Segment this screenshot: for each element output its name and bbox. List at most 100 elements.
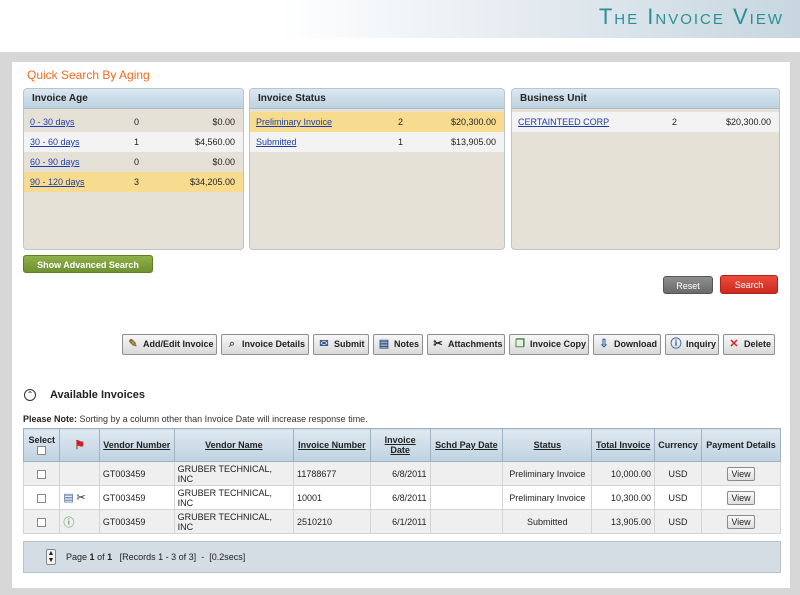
view-button[interactable]: View — [727, 490, 756, 505]
row-select-cell — [22, 509, 61, 534]
notes-icon[interactable]: ▤ — [63, 492, 73, 504]
row-select-cell — [22, 485, 61, 510]
invoice-status-link[interactable]: Submitted — [256, 132, 297, 152]
page-of: of — [97, 552, 105, 562]
invoice-age-row: 0 - 30 days 0 $0.00 — [24, 112, 243, 132]
toolbar-label: Submit — [334, 339, 365, 349]
vendor-number-cell: GT003459 — [98, 485, 175, 510]
header-label: Vendor Name — [205, 440, 263, 450]
timing-info: [0.2secs] — [209, 552, 246, 562]
reset-button[interactable]: Reset — [663, 276, 713, 294]
payment-details-header: Payment Details — [701, 428, 781, 462]
row-icons-cell: ▤ ✂ — [59, 485, 100, 510]
invoice-age-row: 30 - 60 days 1 $4,560.00 — [24, 132, 243, 152]
records-info: [Records 1 - 3 of 3] — [119, 552, 197, 562]
header-label: Status — [533, 440, 562, 450]
page-total: 1 — [107, 552, 113, 562]
vendor-name-header[interactable]: Vendor Name — [173, 428, 295, 462]
row-icons-cell — [59, 461, 100, 486]
page-size-stepper-icon[interactable]: ▲ ▼ — [46, 549, 56, 565]
delete-button[interactable]: ✕ Delete — [723, 334, 775, 355]
paperclip-icon[interactable]: ✂ — [76, 492, 85, 504]
header-label: Vendor Number — [103, 440, 171, 450]
invoice-status-count: 2 — [398, 117, 404, 127]
row-icons-cell: ⓘ — [59, 509, 100, 534]
info-icon: ⓘ — [670, 338, 682, 350]
header-banner: The Invoice View — [0, 0, 800, 38]
table-row: ▤ ✂ GT003459 GRUBER TECHNICAL, INC 10001… — [22, 485, 781, 510]
info-icon[interactable]: ⓘ — [63, 517, 74, 529]
currency-cell: USD — [653, 509, 703, 534]
invoice-details-button[interactable]: ⌕ Invoice Details — [221, 334, 309, 355]
invoice-status-row: Submitted 1 $13,905.00 — [250, 132, 504, 152]
toolbar-label: Inquiry — [686, 339, 717, 349]
page-current: 1 — [89, 552, 95, 562]
page-prefix: Page — [66, 552, 88, 562]
invoice-age-amount: $34,205.00 — [189, 177, 235, 187]
submit-button[interactable]: ✉ Submit — [313, 334, 369, 355]
invoice-status-count: 1 — [398, 137, 404, 147]
invoice-age-amount: $4,560.00 — [194, 137, 235, 147]
invoice-date-cell: 6/8/2011 — [369, 485, 431, 510]
invoice-status-link[interactable]: Preliminary Invoice — [256, 112, 332, 132]
view-button[interactable]: View — [727, 514, 756, 529]
invoice-number-cell: 10001 — [293, 485, 371, 510]
envelope-icon: ✉ — [319, 338, 329, 350]
show-advanced-search-button[interactable]: Show Advanced Search — [23, 255, 153, 273]
invoice-age-amount: $0.00 — [212, 157, 235, 167]
invoice-number-header[interactable]: Invoice Number — [293, 428, 371, 462]
download-button[interactable]: ⇩ Download — [593, 334, 661, 355]
invoice-age-row: 90 - 120 days 3 $34,205.00 — [24, 172, 243, 192]
invoice-date-cell: 6/1/2011 — [369, 509, 431, 534]
invoice-age-box: Invoice Age 0 - 30 days 0 $0.00 30 - 60 … — [23, 88, 244, 250]
schd-pay-date-header[interactable]: Schd Pay Date — [429, 428, 504, 462]
quick-search-title: Quick Search By Aging — [27, 68, 150, 82]
total-invoice-header[interactable]: Total Invoice — [591, 428, 655, 462]
schd-pay-date-cell — [429, 461, 504, 486]
invoice-age-count: 0 — [134, 117, 140, 127]
row-checkbox[interactable] — [37, 493, 47, 503]
total-invoice-cell: 13,905.00 — [591, 509, 655, 534]
view-button[interactable]: View — [727, 466, 756, 481]
schd-pay-date-cell — [429, 509, 504, 534]
invoice-status-row: Preliminary Invoice 2 $20,300.00 — [250, 112, 504, 132]
invoice-date-header[interactable]: Invoice Date — [369, 428, 431, 462]
vendor-number-header[interactable]: Vendor Number — [98, 428, 175, 462]
row-checkbox[interactable] — [37, 517, 47, 527]
invoice-age-count: 1 — [134, 137, 140, 147]
invoice-date-cell: 6/8/2011 — [369, 461, 431, 486]
edit-icon: ✎ — [128, 338, 138, 350]
status-header[interactable]: Status — [502, 428, 593, 462]
search-button[interactable]: Search — [720, 275, 778, 294]
currency-cell: USD — [653, 461, 703, 486]
collapse-toggle-icon[interactable]: ⌃ — [24, 389, 36, 401]
invoice-age-link[interactable]: 90 - 120 days — [30, 172, 85, 192]
copy-icon: ❐ — [515, 338, 525, 350]
table-row: ⓘ GT003459 GRUBER TECHNICAL, INC 2510210… — [22, 509, 781, 534]
invoice-age-link[interactable]: 0 - 30 days — [30, 112, 75, 132]
paperclip-icon: ✂ — [433, 338, 443, 350]
download-icon: ⇩ — [599, 338, 609, 350]
invoice-copy-button[interactable]: ❐ Invoice Copy — [509, 334, 589, 355]
row-checkbox[interactable] — [37, 469, 47, 479]
invoice-age-link[interactable]: 60 - 90 days — [30, 152, 80, 172]
payment-details-cell: View — [701, 461, 781, 486]
invoice-age-link[interactable]: 30 - 60 days — [30, 132, 80, 152]
select-label: Select — [28, 434, 55, 445]
inquiry-button[interactable]: ⓘ Inquiry — [665, 334, 719, 355]
business-unit-header: Business Unit — [512, 89, 779, 109]
invoice-age-amount: $0.00 — [212, 117, 235, 127]
delete-icon: ✕ — [729, 338, 739, 350]
schd-pay-date-cell — [429, 485, 504, 510]
select-all-checkbox[interactable] — [37, 446, 47, 456]
notes-button[interactable]: ▤ Notes — [373, 334, 423, 355]
add-edit-invoice-button[interactable]: ✎ Add/Edit Invoice — [122, 334, 217, 355]
header-label: Payment Details — [706, 440, 776, 450]
attachments-button[interactable]: ✂ Attachments — [427, 334, 505, 355]
vendor-name-cell: GRUBER TECHNICAL, INC — [173, 509, 295, 534]
toolbar-label: Add/Edit Invoice — [143, 339, 214, 349]
header-label: Invoice Number — [298, 440, 366, 450]
business-unit-link[interactable]: CERTAINTEED CORP — [518, 112, 609, 132]
pagination-bar: ▲ ▼ Page 1 of 1 [Records 1 - 3 of 3] - [0… — [23, 541, 781, 573]
invoice-number-cell: 11788677 — [293, 461, 371, 486]
